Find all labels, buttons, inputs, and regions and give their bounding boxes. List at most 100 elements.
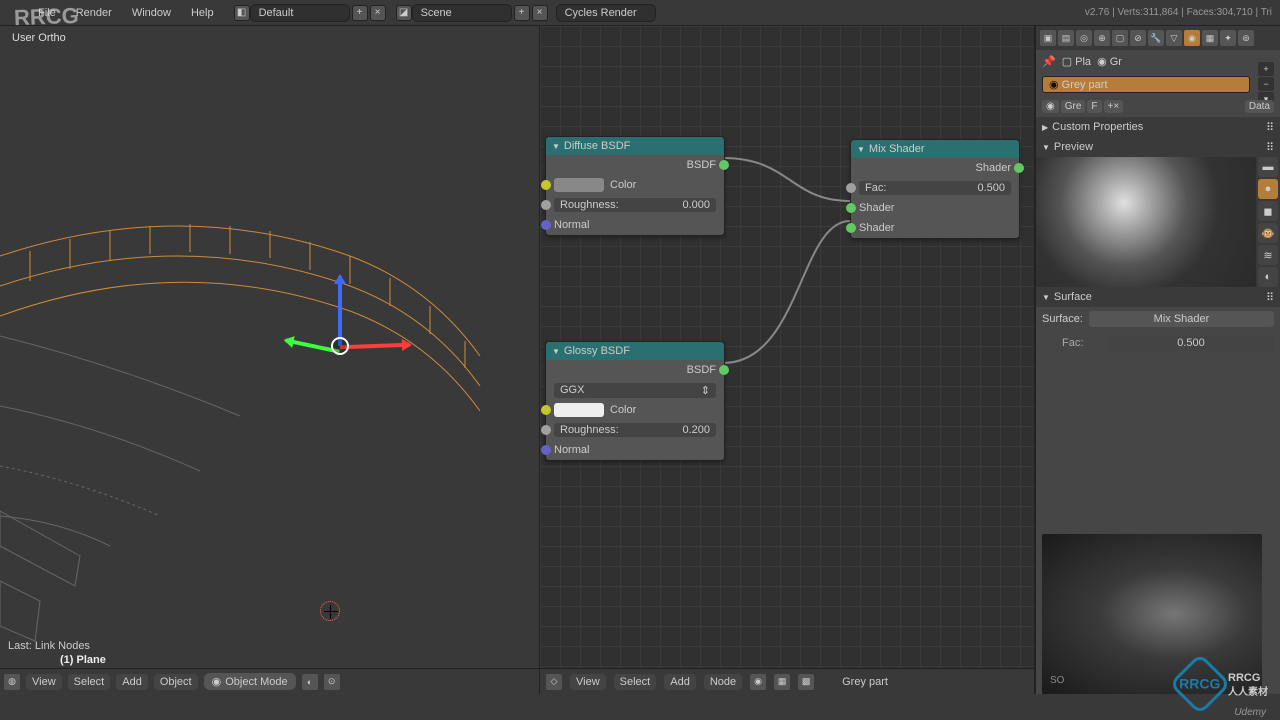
add-layout-icon[interactable]: + [352,5,368,21]
socket-bsdf-out[interactable] [719,160,729,170]
render-tab-icon[interactable]: ▣ [1040,30,1056,46]
delete-layout-icon[interactable]: × [370,5,386,21]
gizmo-z-axis[interactable] [338,276,342,346]
preview-panel-header[interactable]: ▼Preview⠿ [1036,137,1280,157]
menu-render[interactable]: Render [66,7,122,19]
gizmo-x-axis[interactable] [340,343,410,349]
editor-type-icon[interactable]: ◍ [4,674,20,690]
preview-monkey-icon[interactable]: 🐵 [1258,223,1278,243]
udemy-label: Udemy [1234,707,1266,718]
preview-cube-icon[interactable]: ◼ [1258,201,1278,221]
material-name-field[interactable]: Gre [1061,100,1086,113]
socket-fac-in[interactable] [846,183,856,193]
breadcrumb-obj[interactable]: ▢ Pla [1062,55,1091,68]
output-label: BSDF [687,159,716,171]
select-menu[interactable]: Select [68,674,111,690]
normal-label: Normal [554,219,589,231]
pivot-icon[interactable]: ⊙ [324,674,340,690]
constraints-tab-icon[interactable]: ⊘ [1130,30,1146,46]
preview-sphere-a-icon[interactable]: ◐ [1258,267,1278,287]
socket-shader-out[interactable] [1014,163,1024,173]
screen-layout-selector[interactable]: Default [250,4,350,22]
scene-browse-icon[interactable]: ◪ [396,5,412,21]
material-slot-item[interactable]: ◉ Grey part [1042,76,1250,93]
roughness-field[interactable]: Roughness:0.200 [554,423,716,437]
editor-type-icon[interactable]: ◇ [546,674,562,690]
rrcg-logo: RRCG RRCG人人素材 [1178,662,1268,706]
preview-flat-icon[interactable]: ▬ [1258,157,1278,177]
material-tab-icon[interactable]: ◉ [1184,30,1200,46]
menu-window[interactable]: Window [122,7,181,19]
material-browse-icon[interactable]: ◉ [1042,100,1059,113]
particles-tab-icon[interactable]: ✦ [1220,30,1236,46]
socket-roughness-in[interactable] [541,200,551,210]
tree-type-texture-icon[interactable]: ▩ [798,674,814,690]
remove-slot-button[interactable]: − [1258,77,1274,91]
material-name-label: Grey part [842,676,888,688]
distribution-dropdown[interactable]: GGX⇕ [554,383,716,398]
surface-panel-header[interactable]: ▼Surface⠿ [1036,287,1280,307]
socket-shader2-in[interactable] [846,223,856,233]
object-menu[interactable]: Object [154,674,198,690]
menu-help[interactable]: Help [181,7,224,19]
node-menu[interactable]: Node [704,674,742,690]
mode-selector[interactable]: ◉Object Mode [204,673,296,690]
fac-field[interactable]: Fac:0.500 [859,181,1011,195]
modifiers-tab-icon[interactable]: 🔧 [1148,30,1164,46]
render-engine-selector[interactable]: Cycles Render [556,4,656,22]
collapse-icon[interactable]: ▼ [857,145,865,154]
node-diffuse-bsdf[interactable]: ▼Diffuse BSDF BSDF Color Roughness:0.000… [545,136,725,236]
preview-hair-icon[interactable]: ≋ [1258,245,1278,265]
scene-tab-icon[interactable]: ◎ [1076,30,1092,46]
node-title: Glossy BSDF [564,345,630,357]
tree-type-compositor-icon[interactable]: ▦ [774,674,790,690]
collapse-icon[interactable]: ▼ [552,347,560,356]
node-mix-shader[interactable]: ▼Mix Shader Shader Fac:0.500 Shader Shad… [850,139,1020,239]
object-tab-icon[interactable]: ▢ [1112,30,1128,46]
view-menu[interactable]: View [26,674,62,690]
tree-type-shader-icon[interactable]: ◉ [750,674,766,690]
collapse-icon[interactable]: ▼ [552,142,560,151]
world-tab-icon[interactable]: ⊕ [1094,30,1110,46]
shading-icon[interactable]: ◐ [302,674,318,690]
add-material-button[interactable]: +× [1104,100,1124,113]
add-menu[interactable]: Add [116,674,148,690]
pin-icon[interactable]: 📌 [1042,55,1056,68]
gizmo-center[interactable] [331,337,349,355]
add-menu[interactable]: Add [664,674,696,690]
texture-tab-icon[interactable]: ▦ [1202,30,1218,46]
preview-sphere-icon[interactable]: ● [1258,179,1278,199]
socket-shader1-in[interactable] [846,203,856,213]
node-editor[interactable]: ▼Diffuse BSDF BSDF Color Roughness:0.000… [540,26,1035,694]
color-swatch[interactable] [554,178,604,192]
3d-viewport[interactable]: User Ortho L [0,26,540,694]
breadcrumb-mat[interactable]: ◉ Gr [1097,55,1122,68]
scene-selector[interactable]: Scene [412,4,512,22]
view-menu[interactable]: View [570,674,606,690]
add-scene-icon[interactable]: + [514,5,530,21]
fake-user-button[interactable]: F [1087,100,1101,113]
back-to-previous-icon[interactable]: ◧ [234,5,250,21]
roughness-field[interactable]: Roughness:0.000 [554,198,716,212]
data-tab-icon[interactable]: ▽ [1166,30,1182,46]
menu-file[interactable]: File [28,7,66,19]
add-slot-button[interactable]: + [1258,62,1274,76]
node-glossy-bsdf[interactable]: ▼Glossy BSDF BSDF GGX⇕ Color Roughness:0… [545,341,725,461]
link-data-selector[interactable]: Data [1245,100,1274,113]
delete-scene-icon[interactable]: × [532,5,548,21]
socket-color-in[interactable] [541,405,551,415]
socket-normal-in[interactable] [541,445,551,455]
render-layers-tab-icon[interactable]: ▤ [1058,30,1074,46]
last-operator-label[interactable]: Last: Link Nodes [8,640,90,652]
socket-bsdf-out[interactable] [719,365,729,375]
color-label: Color [610,179,636,191]
fac-value-field[interactable]: 0.500 [1108,335,1274,351]
custom-properties-panel-header[interactable]: ▶Custom Properties⠿ [1036,117,1280,137]
socket-roughness-in[interactable] [541,425,551,435]
color-swatch[interactable] [554,403,604,417]
physics-tab-icon[interactable]: ⊚ [1238,30,1254,46]
surface-shader-button[interactable]: Mix Shader [1089,311,1274,327]
select-menu[interactable]: Select [614,674,657,690]
socket-normal-in[interactable] [541,220,551,230]
socket-color-in[interactable] [541,180,551,190]
